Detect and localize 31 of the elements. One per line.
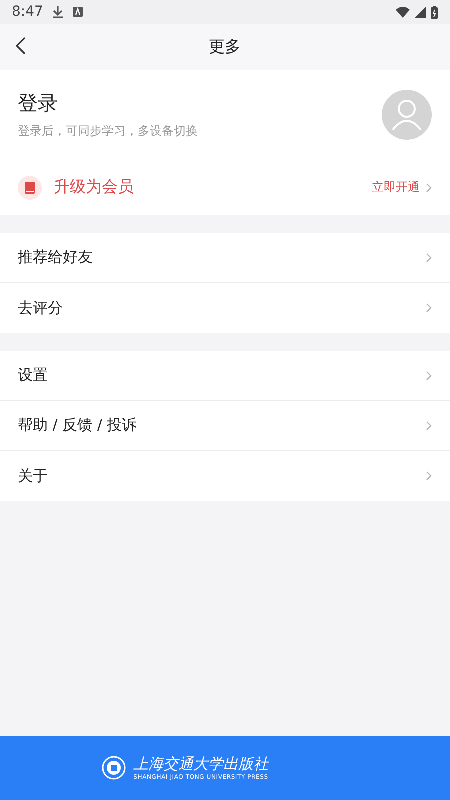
wifi-icon bbox=[396, 6, 410, 18]
signal-icon bbox=[415, 6, 426, 18]
menu-item-label: 去评分 bbox=[18, 298, 63, 318]
seal-icon bbox=[102, 756, 126, 780]
menu-item[interactable]: 去评分 bbox=[0, 283, 450, 333]
login-title[interactable]: 登录 bbox=[18, 90, 198, 117]
back-button[interactable] bbox=[14, 37, 28, 57]
chevron-right-icon bbox=[426, 182, 432, 192]
vip-upgrade-label[interactable]: 升级为会员 bbox=[54, 177, 134, 198]
menu-item[interactable]: 推荐给好友 bbox=[0, 233, 450, 283]
status-time: 8:47 bbox=[12, 4, 44, 20]
chevron-right-icon bbox=[426, 370, 432, 380]
menu-item[interactable]: 设置 bbox=[0, 351, 450, 401]
menu-item-label: 帮助 / 反馈 / 投诉 bbox=[18, 416, 138, 435]
chevron-right-icon bbox=[426, 420, 432, 430]
chevron-right-icon bbox=[426, 252, 432, 262]
menu-item[interactable]: 关于 bbox=[0, 451, 450, 501]
activate-now-link[interactable]: 立即开通 bbox=[372, 179, 432, 196]
chevron-right-icon bbox=[426, 471, 432, 481]
book-icon bbox=[18, 176, 42, 200]
menu-item-label: 关于 bbox=[18, 466, 48, 486]
battery-icon bbox=[431, 6, 438, 18]
login-subtitle: 登录后，可同步学习，多设备切换 bbox=[18, 123, 198, 140]
menu-item[interactable]: 帮助 / 反馈 / 投诉 bbox=[0, 401, 450, 451]
app-notification-icon bbox=[73, 7, 84, 17]
page-title: 更多 bbox=[209, 36, 241, 58]
download-icon bbox=[53, 6, 64, 18]
menu-item-label: 推荐给好友 bbox=[18, 248, 93, 267]
chevron-right-icon bbox=[426, 303, 432, 313]
publisher-name: 上海交通大学出版社 bbox=[134, 755, 268, 774]
menu-item-label: 设置 bbox=[18, 366, 48, 385]
